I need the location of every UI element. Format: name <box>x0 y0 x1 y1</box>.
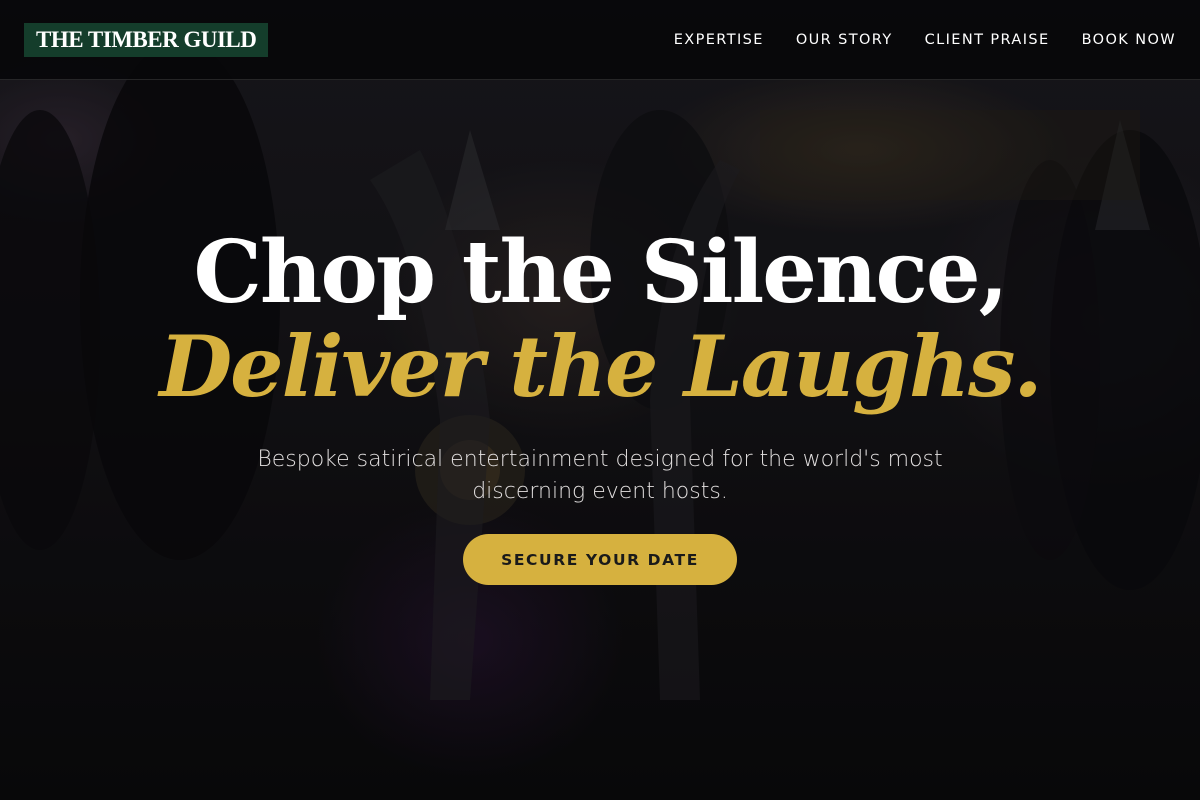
landing-page: THE TIMBER GUILD EXPERTISE OUR STORY CLI… <box>0 0 1200 800</box>
hero-section: Chop the Silence, Deliver the Laughs. Be… <box>0 80 1200 800</box>
site-logo[interactable]: THE TIMBER GUILD <box>24 22 269 57</box>
hero-headline-line1: Chop the Silence, <box>193 222 1008 323</box>
nav-link-our-story[interactable]: OUR STORY <box>796 32 893 48</box>
nav-link-expertise[interactable]: EXPERTISE <box>674 32 764 48</box>
site-header: THE TIMBER GUILD EXPERTISE OUR STORY CLI… <box>0 0 1200 80</box>
nav-link-book-now[interactable]: BOOK NOW <box>1082 32 1176 48</box>
main-nav: EXPERTISE OUR STORY CLIENT PRAISE BOOK N… <box>674 32 1176 48</box>
hero-headline-line2: Deliver the Laughs. <box>159 317 1042 416</box>
hero-subtitle: Bespoke satirical entertainment designed… <box>257 447 943 504</box>
secure-your-date-button[interactable]: SECURE YOUR DATE <box>463 534 737 585</box>
nav-link-client-praise[interactable]: CLIENT PRAISE <box>925 32 1050 48</box>
